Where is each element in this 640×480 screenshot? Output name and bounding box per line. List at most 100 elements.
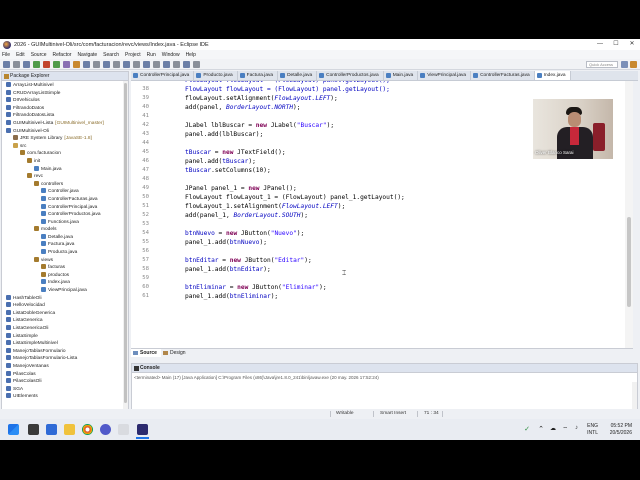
tree-item[interactable]: views xyxy=(2,256,128,265)
tree-item[interactable]: controllers xyxy=(2,180,128,189)
tree-item[interactable]: ArrayList-Multinivel xyxy=(2,82,128,90)
perspective-java-icon[interactable] xyxy=(621,61,628,68)
menu-run[interactable]: Run xyxy=(147,52,156,58)
menu-search[interactable]: Search xyxy=(103,52,119,58)
tree-item[interactable]: Producto.java xyxy=(2,249,128,257)
tree-item[interactable]: CRUDArrayListSimple xyxy=(2,89,128,98)
tree-item[interactable]: ViewPrincipal.java xyxy=(2,287,128,295)
check-icon[interactable]: ✓ xyxy=(524,425,530,433)
minimize-button[interactable]: — xyxy=(592,39,608,50)
tree-item[interactable]: init xyxy=(2,157,128,166)
tray-time[interactable]: 05:52 PM xyxy=(611,423,632,429)
tree-item[interactable]: UIElements xyxy=(2,393,128,401)
tree-item[interactable]: Factura.java xyxy=(2,241,128,249)
tree-item[interactable]: SGA xyxy=(2,385,128,394)
toolbar-button-icon[interactable] xyxy=(133,60,140,68)
tree-item[interactable]: ManejoVentanas xyxy=(2,362,128,371)
toolbar-button-icon[interactable] xyxy=(83,60,90,68)
tree-item[interactable]: src xyxy=(2,142,128,151)
tree-item[interactable]: ListaGenericaOli xyxy=(2,325,128,333)
tree-item[interactable]: Functions.java xyxy=(2,218,128,227)
toolbar-button-icon[interactable] xyxy=(73,60,80,68)
tree-item[interactable]: facturas xyxy=(2,264,128,272)
menu-window[interactable]: Window xyxy=(162,52,180,58)
tree-item[interactable]: ListaSimple xyxy=(2,332,128,341)
tree-item[interactable]: HelloVelocidad xyxy=(2,302,128,310)
tray-date[interactable]: 20/5/2026 xyxy=(610,430,632,436)
tree-item[interactable]: productos xyxy=(2,271,128,280)
toolbar-button-icon[interactable] xyxy=(143,60,150,68)
tree-item[interactable]: models xyxy=(2,226,128,234)
tree-item[interactable]: ListaSimpleMultinivel xyxy=(2,340,128,348)
chrome-icon[interactable] xyxy=(82,424,93,435)
tree-item[interactable]: GUIMultinivel-Oli xyxy=(2,127,128,136)
tree-item[interactable]: Main.java xyxy=(2,165,128,174)
tree-item[interactable]: Controller.java xyxy=(2,188,128,196)
menu-navigate[interactable]: Navigate xyxy=(77,52,97,58)
task-view-icon[interactable] xyxy=(28,424,39,435)
app-icon-1[interactable] xyxy=(46,424,57,435)
toolbar-button-icon[interactable] xyxy=(163,60,170,68)
editor-tab[interactable]: Factura.java xyxy=(238,71,279,80)
editor-tab[interactable]: ControllerProductos.java xyxy=(317,71,384,80)
toolbar-button-icon[interactable] xyxy=(63,60,70,68)
menu-file[interactable]: File xyxy=(2,52,10,58)
editor-tab[interactable]: Detalle.java xyxy=(278,71,318,80)
toolbar-button-icon[interactable] xyxy=(123,60,130,68)
tree-item[interactable]: ControllerPrincipal.java xyxy=(2,203,128,212)
toolbar-button-icon[interactable] xyxy=(173,60,180,68)
menu-help[interactable]: Help xyxy=(186,52,196,58)
menu-source[interactable]: Source xyxy=(31,52,47,58)
tree-item[interactable]: HashTableOli xyxy=(2,294,128,303)
editor-scrollbar[interactable] xyxy=(625,81,633,348)
menu-refactor[interactable]: Refactor xyxy=(53,52,72,58)
cloud-icon[interactable]: ☁ xyxy=(550,425,556,432)
tab-source[interactable]: Source xyxy=(131,349,161,357)
toolbar-button-icon[interactable] xyxy=(113,60,120,68)
toolbar-button-icon[interactable] xyxy=(43,60,50,68)
tree-item[interactable]: Detalle.java xyxy=(2,233,128,242)
toolbar-button-icon[interactable] xyxy=(93,60,100,68)
tree-item[interactable]: GUIMultinivel-Lista [GUIMultinivel_master… xyxy=(2,119,128,128)
tree-item[interactable]: ControllerProductos.java xyxy=(2,211,128,219)
tree-item[interactable]: JRE System Library [JavaSE-1.8] xyxy=(2,135,128,143)
tree-item[interactable]: Index.java xyxy=(2,279,128,287)
menu-edit[interactable]: Edit xyxy=(16,52,25,58)
tray-language[interactable]: ENG xyxy=(587,423,598,429)
tree-item[interactable]: ControllerFacturas.java xyxy=(2,195,128,204)
editor-tab[interactable]: ControllerFacturas.java xyxy=(471,71,535,80)
toolbar-button-icon[interactable] xyxy=(183,60,190,68)
editor-tab[interactable]: ViewPrincipal.java xyxy=(418,71,472,80)
toolbar-button-icon[interactable] xyxy=(153,60,160,68)
toolbar-button-icon[interactable] xyxy=(193,60,200,68)
quick-access-input[interactable]: Quick Access xyxy=(586,61,618,68)
toolbar-button-icon[interactable] xyxy=(53,60,60,68)
maximize-button[interactable]: ☐ xyxy=(608,39,624,50)
tree-item[interactable]: revc xyxy=(2,173,128,181)
teams-icon[interactable] xyxy=(100,424,111,435)
editor-tab[interactable]: Index.java xyxy=(534,71,571,80)
chevron-up-icon[interactable]: ⌃ xyxy=(538,425,544,433)
toolbar-button-icon[interactable] xyxy=(13,60,20,68)
menu-project[interactable]: Project xyxy=(125,52,141,58)
editor-tab[interactable]: ControllerPrincipal.java xyxy=(131,71,195,80)
perspective-debug-icon[interactable] xyxy=(630,61,637,68)
tree-item[interactable]: com.facturacion xyxy=(2,150,128,158)
package-explorer-scrollbar[interactable] xyxy=(123,81,128,410)
close-button[interactable]: ✕ xyxy=(624,39,640,50)
tree-item[interactable]: PilasColasOli xyxy=(2,378,128,386)
tree-item[interactable]: ListaGenerica xyxy=(2,317,128,325)
toolbar-button-icon[interactable] xyxy=(23,60,30,68)
console-tab[interactable]: Console xyxy=(132,364,637,373)
toolbar-button-icon[interactable] xyxy=(103,60,110,68)
toolbar-button-icon[interactable] xyxy=(33,60,40,68)
package-explorer-tab[interactable]: Package Explorer xyxy=(2,72,128,81)
tree-item[interactable]: FiltrandoDatos xyxy=(2,104,128,113)
toolbar-button-icon[interactable] xyxy=(3,60,10,68)
tree-item[interactable]: ManejoTablasFormulario xyxy=(2,347,128,356)
tree-item[interactable]: DIIVehiculos xyxy=(2,97,128,105)
app-icon-2[interactable] xyxy=(118,424,129,435)
wifi-icon[interactable]: ⌔ xyxy=(562,425,568,433)
editor-tab[interactable]: Producto.java xyxy=(194,71,238,80)
tree-item[interactable]: FiltrandoDatosLista xyxy=(2,112,128,120)
